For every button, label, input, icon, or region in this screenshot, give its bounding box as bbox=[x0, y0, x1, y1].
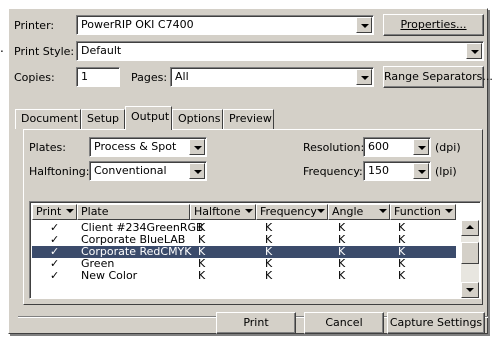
scroll-up-icon[interactable] bbox=[461, 220, 479, 236]
plates-label: Plates: bbox=[29, 141, 66, 154]
range-separators-button[interactable]: Range Separators... bbox=[383, 66, 493, 88]
column-header-halftone[interactable]: Halftone bbox=[190, 204, 256, 220]
column-header-angle[interactable]: Angle bbox=[328, 204, 390, 220]
chevron-down-icon[interactable] bbox=[379, 209, 387, 213]
frequency-label: Frequency: bbox=[303, 165, 363, 178]
table-row[interactable]: ✓ New Color K K K K bbox=[32, 269, 456, 282]
chevron-down-icon[interactable] bbox=[189, 139, 205, 155]
chevron-down-icon[interactable] bbox=[445, 209, 453, 213]
copies-label: Copies: bbox=[14, 71, 55, 84]
print-style-value: Default bbox=[81, 44, 122, 57]
copies-input[interactable]: 1 bbox=[76, 67, 120, 87]
chevron-down-icon[interactable] bbox=[66, 209, 74, 213]
printer-value: PowerRIP OKI C7400 bbox=[81, 18, 194, 31]
chevron-down-icon[interactable] bbox=[356, 17, 372, 33]
plates-scrollbar[interactable] bbox=[461, 220, 479, 298]
chevron-down-icon[interactable] bbox=[413, 139, 429, 155]
chevron-down-icon[interactable] bbox=[356, 69, 372, 85]
plates-select[interactable]: Process & Spot bbox=[89, 137, 207, 157]
cancel-button[interactable]: Cancel bbox=[304, 312, 384, 334]
tab-setup[interactable]: Setup bbox=[81, 109, 125, 129]
frequency-unit: (lpi) bbox=[435, 165, 457, 178]
halftoning-value: Conventional bbox=[94, 164, 167, 177]
halftone-value: K bbox=[198, 269, 206, 282]
resolution-label: Resolution: bbox=[303, 141, 365, 154]
column-header-function[interactable]: Function bbox=[390, 204, 456, 220]
tab-preview[interactable]: Preview bbox=[223, 109, 274, 129]
halftoning-select[interactable]: Conventional bbox=[89, 161, 207, 181]
scroll-down-icon[interactable] bbox=[461, 282, 479, 298]
column-header-print[interactable]: Print bbox=[32, 204, 77, 220]
properties-button[interactable]: Properties... bbox=[383, 14, 484, 36]
function-value: K bbox=[398, 269, 406, 282]
angle-value: K bbox=[338, 269, 346, 282]
frequency-select[interactable]: 150 bbox=[363, 161, 431, 181]
tab-output[interactable]: Output bbox=[125, 106, 172, 130]
print-style-label: Print Style: bbox=[14, 45, 75, 58]
print-button[interactable]: Print bbox=[216, 312, 296, 334]
frequency-value: K bbox=[265, 269, 273, 282]
chevron-down-icon[interactable] bbox=[245, 209, 253, 213]
plates-value: Process & Spot bbox=[94, 140, 177, 153]
print-style-select[interactable]: Default bbox=[76, 41, 484, 61]
frequency-value: 150 bbox=[368, 164, 389, 177]
scroll-thumb[interactable] bbox=[461, 242, 479, 264]
resolution-unit: (dpi) bbox=[435, 141, 461, 154]
capture-settings-button[interactable]: Capture Settings bbox=[387, 312, 485, 334]
tab-document[interactable]: Document bbox=[15, 109, 81, 129]
resolution-select[interactable]: 600 bbox=[363, 137, 431, 157]
plates-table: Print Plate Halftone Frequency Angle Fun… bbox=[29, 201, 481, 299]
resolution-value: 600 bbox=[368, 140, 389, 153]
pages-value: All bbox=[175, 70, 189, 83]
backdrop-dots: . bbox=[0, 41, 4, 55]
chevron-down-icon[interactable] bbox=[413, 163, 429, 179]
chevron-down-icon[interactable] bbox=[466, 43, 482, 59]
tab-options[interactable]: Options bbox=[172, 109, 223, 129]
chevron-down-icon[interactable] bbox=[189, 163, 205, 179]
checkmark-icon[interactable]: ✓ bbox=[50, 269, 59, 282]
pages-select[interactable]: All bbox=[170, 67, 374, 87]
column-header-frequency[interactable]: Frequency bbox=[256, 204, 328, 220]
printer-label: Printer: bbox=[14, 19, 55, 32]
halftoning-label: Halftoning: bbox=[29, 165, 90, 178]
printer-select[interactable]: PowerRIP OKI C7400 bbox=[76, 15, 374, 35]
chevron-down-icon[interactable] bbox=[317, 209, 325, 213]
column-header-plate[interactable]: Plate bbox=[77, 204, 190, 220]
print-dialog: Printer: PowerRIP OKI C7400 Properties..… bbox=[8, 8, 493, 334]
pages-label: Pages: bbox=[131, 71, 168, 84]
plate-name: New Color bbox=[81, 269, 138, 282]
copies-value: 1 bbox=[81, 70, 88, 83]
